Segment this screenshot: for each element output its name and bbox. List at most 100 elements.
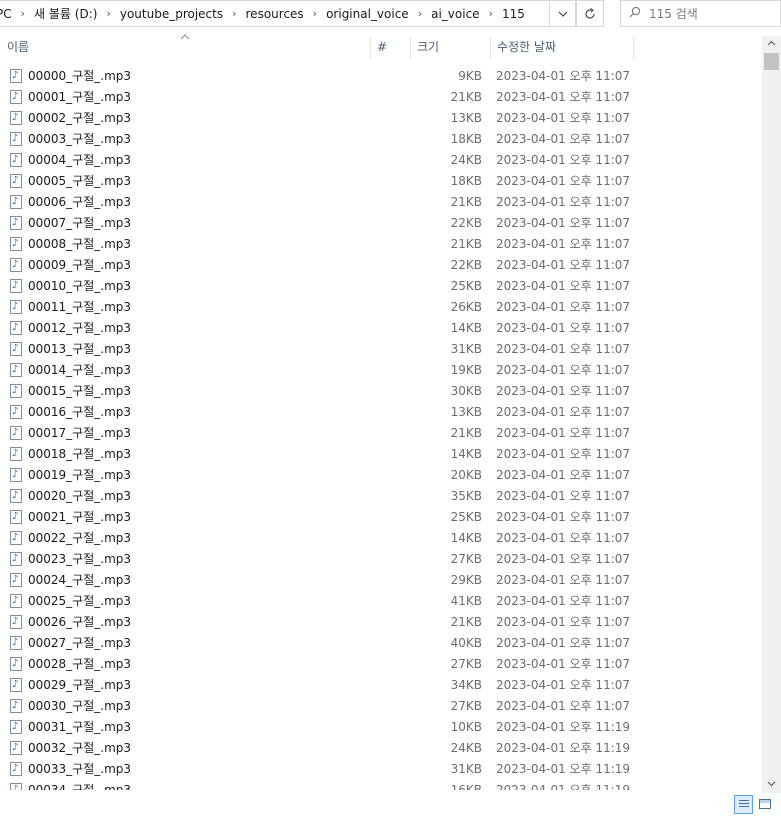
audio-file-icon bbox=[10, 296, 22, 317]
file-row[interactable]: 00004_구절_.mp3 24KB 2023-04-01 오후 11:07 bbox=[0, 149, 762, 171]
file-size: 25KB bbox=[450, 510, 482, 524]
file-size: 22KB bbox=[450, 216, 482, 230]
file-row[interactable]: 00013_구절_.mp3 31KB 2023-04-01 오후 11:07 bbox=[0, 338, 762, 360]
breadcrumb-drive[interactable]: 새 볼륨 (D:) bbox=[30, 5, 101, 22]
column-header-size[interactable]: 크기 bbox=[410, 33, 490, 61]
search-input[interactable]: 115 검색 bbox=[649, 5, 698, 22]
scroll-down-arrow-icon[interactable] bbox=[762, 777, 781, 793]
breadcrumb-chevron-icon[interactable]: › bbox=[308, 7, 322, 20]
file-row[interactable]: 00021_구절_.mp3 25KB 2023-04-01 오후 11:07 bbox=[0, 506, 762, 528]
audio-file-icon bbox=[10, 107, 22, 128]
file-row[interactable]: 00012_구절_.mp3 14KB 2023-04-01 오후 11:07 bbox=[0, 317, 762, 339]
file-name: 00003_구절_.mp3 bbox=[28, 132, 132, 146]
large-icons-view-icon[interactable] bbox=[756, 795, 775, 814]
breadcrumb-original-voice[interactable]: original_voice bbox=[322, 7, 413, 21]
file-row[interactable]: 00027_구절_.mp3 40KB 2023-04-01 오후 11:07 bbox=[0, 632, 762, 654]
file-modified-date: 2023-04-01 오후 11:07 bbox=[496, 321, 631, 335]
scrollbar-thumb[interactable] bbox=[764, 53, 779, 70]
address-history-dropdown-button[interactable] bbox=[549, 0, 576, 27]
file-row[interactable]: 00010_구절_.mp3 25KB 2023-04-01 오후 11:07 bbox=[0, 275, 762, 297]
file-name: 00011_구절_.mp3 bbox=[28, 300, 132, 314]
file-size: 27KB bbox=[450, 699, 482, 713]
audio-file-icon bbox=[10, 758, 22, 779]
audio-file-icon bbox=[10, 338, 22, 359]
file-name: 00024_구절_.mp3 bbox=[28, 573, 132, 587]
file-row[interactable]: 00009_구절_.mp3 22KB 2023-04-01 오후 11:07 bbox=[0, 254, 762, 276]
file-modified-date: 2023-04-01 오후 11:07 bbox=[496, 132, 631, 146]
file-row[interactable]: 00008_구절_.mp3 21KB 2023-04-01 오후 11:07 bbox=[0, 233, 762, 255]
breadcrumb-youtube-projects[interactable]: youtube_projects bbox=[116, 7, 227, 21]
audio-file-icon bbox=[10, 464, 22, 485]
column-header: 이름 # 크기 수정한 날짜 bbox=[0, 33, 762, 61]
file-row[interactable]: 00018_구절_.mp3 14KB 2023-04-01 오후 11:07 bbox=[0, 443, 762, 465]
breadcrumb-pc[interactable]: PC bbox=[0, 7, 16, 21]
vertical-scrollbar[interactable] bbox=[762, 36, 781, 793]
file-size: 14KB bbox=[450, 447, 482, 461]
file-name: 00022_구절_.mp3 bbox=[28, 531, 132, 545]
column-divider[interactable] bbox=[633, 37, 634, 59]
file-row[interactable]: 00005_구절_.mp3 18KB 2023-04-01 오후 11:07 bbox=[0, 170, 762, 192]
file-size: 41KB bbox=[450, 594, 482, 608]
file-name: 00001_구절_.mp3 bbox=[28, 90, 132, 104]
file-modified-date: 2023-04-01 오후 11:07 bbox=[496, 531, 631, 545]
breadcrumb-chevron-icon[interactable]: › bbox=[227, 7, 241, 20]
file-row[interactable]: 00024_구절_.mp3 29KB 2023-04-01 오후 11:07 bbox=[0, 569, 762, 591]
file-row[interactable]: 00006_구절_.mp3 21KB 2023-04-01 오후 11:07 bbox=[0, 191, 762, 213]
audio-file-icon bbox=[10, 149, 22, 170]
file-row[interactable]: 00011_구절_.mp3 26KB 2023-04-01 오후 11:07 bbox=[0, 296, 762, 318]
search-box[interactable]: 115 검색 bbox=[620, 0, 781, 27]
file-name: 00010_구절_.mp3 bbox=[28, 279, 132, 293]
file-row[interactable]: 00032_구절_.mp3 24KB 2023-04-01 오후 11:19 bbox=[0, 737, 762, 759]
file-row[interactable]: 00020_구절_.mp3 35KB 2023-04-01 오후 11:07 bbox=[0, 485, 762, 507]
audio-file-icon bbox=[10, 611, 22, 632]
column-header-modified[interactable]: 수정한 날짜 bbox=[490, 33, 633, 61]
file-size: 24KB bbox=[450, 741, 482, 755]
file-row[interactable]: 00031_구절_.mp3 10KB 2023-04-01 오후 11:19 bbox=[0, 716, 762, 738]
file-row[interactable]: 00025_구절_.mp3 41KB 2023-04-01 오후 11:07 bbox=[0, 590, 762, 612]
file-modified-date: 2023-04-01 오후 11:19 bbox=[496, 783, 631, 790]
file-row[interactable]: 00014_구절_.mp3 19KB 2023-04-01 오후 11:07 bbox=[0, 359, 762, 381]
breadcrumb-chevron-icon[interactable]: › bbox=[16, 7, 30, 20]
file-row[interactable]: 00017_구절_.mp3 21KB 2023-04-01 오후 11:07 bbox=[0, 422, 762, 444]
file-row[interactable]: 00028_구절_.mp3 27KB 2023-04-01 오후 11:07 bbox=[0, 653, 762, 675]
file-size: 30KB bbox=[450, 384, 482, 398]
breadcrumb-115[interactable]: 115 bbox=[498, 7, 529, 21]
file-modified-date: 2023-04-01 오후 11:19 bbox=[496, 741, 631, 755]
file-row[interactable]: 00001_구절_.mp3 21KB 2023-04-01 오후 11:07 bbox=[0, 86, 762, 108]
file-row[interactable]: 00019_구절_.mp3 20KB 2023-04-01 오후 11:07 bbox=[0, 464, 762, 486]
file-row[interactable]: 00007_구절_.mp3 22KB 2023-04-01 오후 11:07 bbox=[0, 212, 762, 234]
breadcrumb-chevron-icon[interactable]: › bbox=[484, 7, 498, 20]
scroll-up-arrow-icon[interactable] bbox=[762, 36, 781, 52]
file-size: 21KB bbox=[450, 90, 482, 104]
column-header-number[interactable]: # bbox=[370, 33, 410, 61]
file-row[interactable]: 00023_구절_.mp3 27KB 2023-04-01 오후 11:07 bbox=[0, 548, 762, 570]
address-bar[interactable]: PC › 새 볼륨 (D:) › youtube_projects › reso… bbox=[0, 0, 577, 27]
breadcrumb-resources[interactable]: resources bbox=[242, 7, 308, 21]
details-view-icon[interactable] bbox=[734, 795, 753, 814]
audio-file-icon bbox=[10, 359, 22, 380]
file-row[interactable]: 00030_구절_.mp3 27KB 2023-04-01 오후 11:07 bbox=[0, 695, 762, 717]
file-name: 00018_구절_.mp3 bbox=[28, 447, 132, 461]
file-row[interactable]: 00034_구절_.mp3 16KB 2023-04-01 오후 11:19 bbox=[0, 779, 762, 790]
file-row[interactable]: 00026_구절_.mp3 21KB 2023-04-01 오후 11:07 bbox=[0, 611, 762, 633]
breadcrumb-chevron-icon[interactable]: › bbox=[413, 7, 427, 20]
file-name: 00002_구절_.mp3 bbox=[28, 111, 132, 125]
file-modified-date: 2023-04-01 오후 11:07 bbox=[496, 174, 631, 188]
file-row[interactable]: 00022_구절_.mp3 14KB 2023-04-01 오후 11:07 bbox=[0, 527, 762, 549]
file-row[interactable]: 00033_구절_.mp3 31KB 2023-04-01 오후 11:19 bbox=[0, 758, 762, 780]
audio-file-icon bbox=[10, 569, 22, 590]
file-modified-date: 2023-04-01 오후 11:07 bbox=[496, 594, 631, 608]
file-row[interactable]: 00003_구절_.mp3 18KB 2023-04-01 오후 11:07 bbox=[0, 128, 762, 150]
file-row[interactable]: 00029_구절_.mp3 34KB 2023-04-01 오후 11:07 bbox=[0, 674, 762, 696]
file-row[interactable]: 00015_구절_.mp3 30KB 2023-04-01 오후 11:07 bbox=[0, 380, 762, 402]
breadcrumb-chevron-icon[interactable]: › bbox=[101, 7, 115, 20]
breadcrumb-ai-voice[interactable]: ai_voice bbox=[427, 7, 483, 21]
file-size: 21KB bbox=[450, 195, 482, 209]
file-row[interactable]: 00002_구절_.mp3 13KB 2023-04-01 오후 11:07 bbox=[0, 107, 762, 129]
file-name: 00014_구절_.mp3 bbox=[28, 363, 132, 377]
refresh-button[interactable] bbox=[577, 0, 604, 27]
file-row[interactable]: 00016_구절_.mp3 13KB 2023-04-01 오후 11:07 bbox=[0, 401, 762, 423]
file-name: 00028_구절_.mp3 bbox=[28, 657, 132, 671]
file-row[interactable]: 00000_구절_.mp3 9KB 2023-04-01 오후 11:07 bbox=[0, 66, 762, 87]
audio-file-icon bbox=[10, 401, 22, 422]
